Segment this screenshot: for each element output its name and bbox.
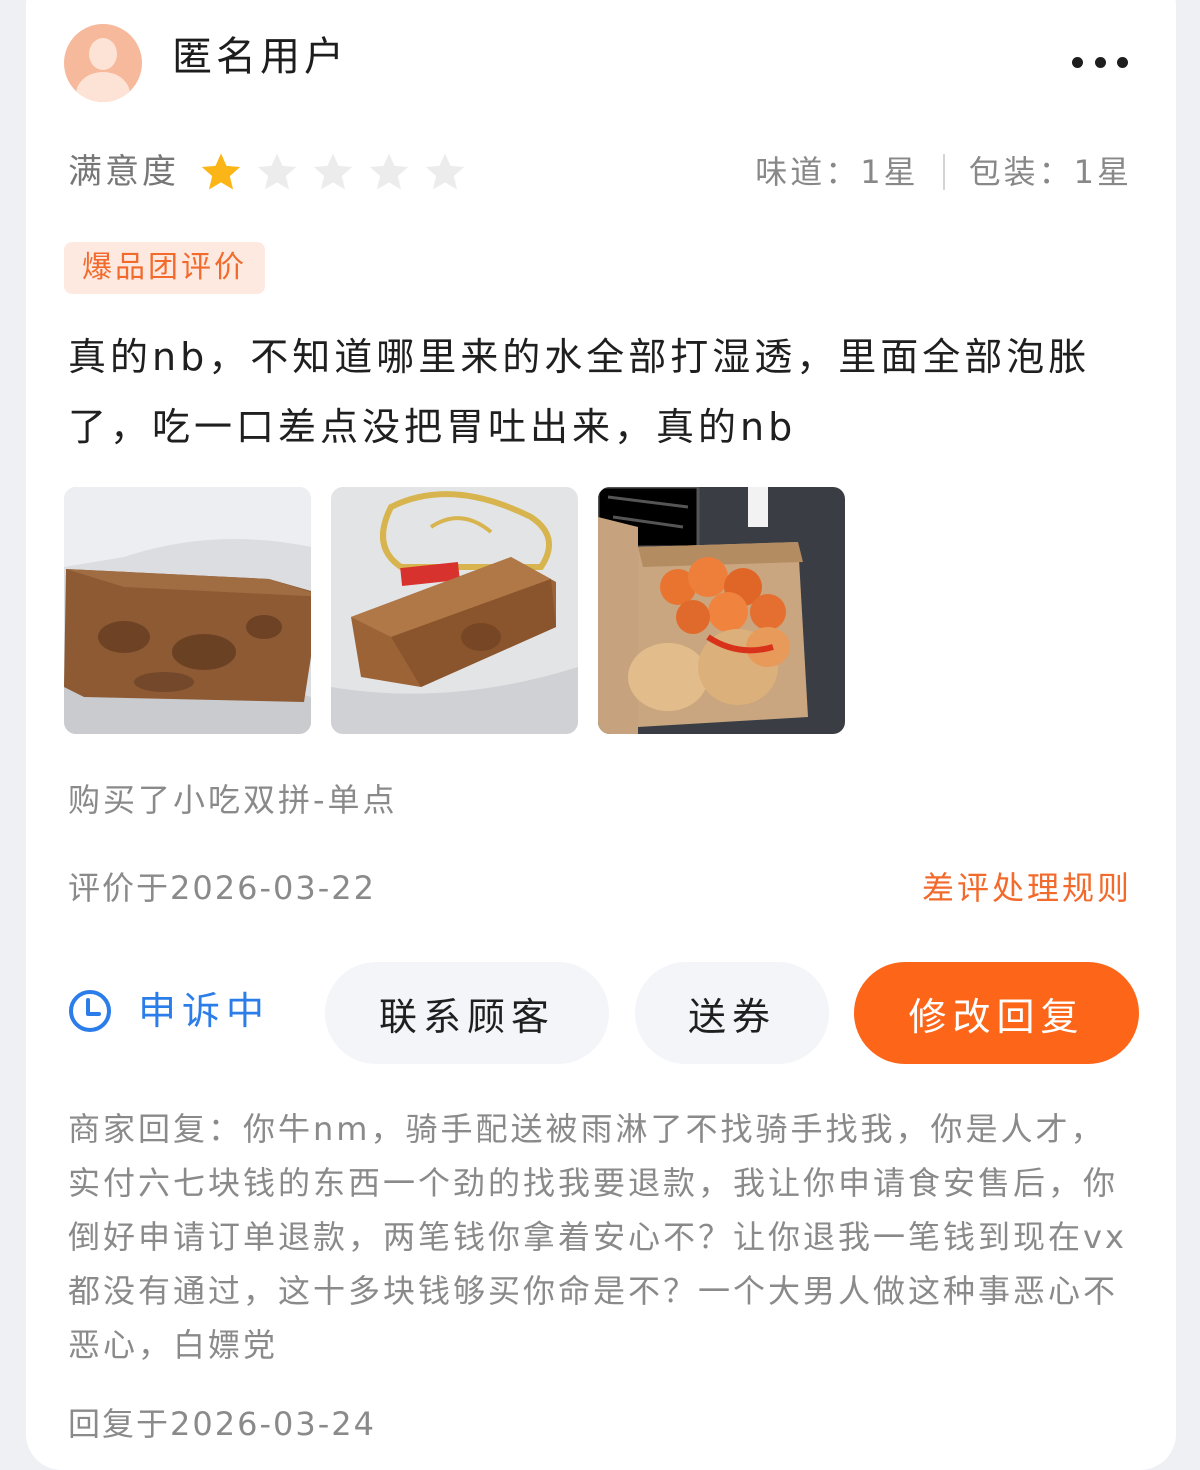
review-text: 真的nb，不知道哪里来的水全部打湿透，里面全部泡胀了，吃一口差点没把胃吐出来，真… bbox=[68, 335, 1091, 449]
appeal-status[interactable]: 申诉中 bbox=[68, 986, 270, 1036]
contact-customer-button[interactable]: 联系顾客 bbox=[325, 962, 609, 1064]
star-filled-icon bbox=[201, 153, 241, 190]
bad-review-rules-link[interactable]: 差评处理规则 bbox=[922, 866, 1132, 910]
edit-reply-button[interactable]: 修改回复 bbox=[854, 962, 1139, 1064]
taste-rating: 味道：1星 bbox=[755, 153, 919, 191]
sub-ratings: 味道：1星 包装：1星 bbox=[755, 150, 1132, 194]
username: 匿名用户 bbox=[172, 34, 348, 80]
purchase-info: 购买了小吃双拼-单点 bbox=[68, 781, 398, 819]
clock-icon bbox=[69, 990, 111, 1032]
star-empty-icon bbox=[257, 153, 297, 190]
review-photo-3[interactable] bbox=[598, 487, 845, 734]
review-photo-1[interactable] bbox=[64, 487, 311, 734]
review-photo-2[interactable] bbox=[331, 487, 578, 734]
satisfaction-label: 满意度 bbox=[68, 152, 179, 192]
review-photos bbox=[64, 487, 845, 734]
packaging-rating: 包装：1星 bbox=[968, 153, 1132, 191]
avatar bbox=[64, 24, 142, 102]
review-tag: 爆品团评价 bbox=[64, 242, 265, 294]
appeal-status-label: 申诉中 bbox=[138, 989, 271, 1033]
review-date: 评价于2026-03-22 bbox=[68, 869, 376, 907]
divider bbox=[942, 154, 945, 190]
star-empty-icon bbox=[313, 153, 353, 190]
merchant-reply-text: 商家回复：你牛nm，骑手配送被雨淋了不找骑手找我，你是人才，实付六七块钱的东西一… bbox=[68, 1110, 1127, 1364]
star-empty-icon bbox=[369, 153, 409, 190]
send-coupon-button[interactable]: 送券 bbox=[635, 962, 829, 1064]
reply-date: 回复于2026-03-24 bbox=[68, 1405, 376, 1443]
star-rating bbox=[198, 150, 468, 196]
more-options-icon[interactable] bbox=[1072, 52, 1128, 72]
star-empty-icon bbox=[425, 153, 465, 190]
